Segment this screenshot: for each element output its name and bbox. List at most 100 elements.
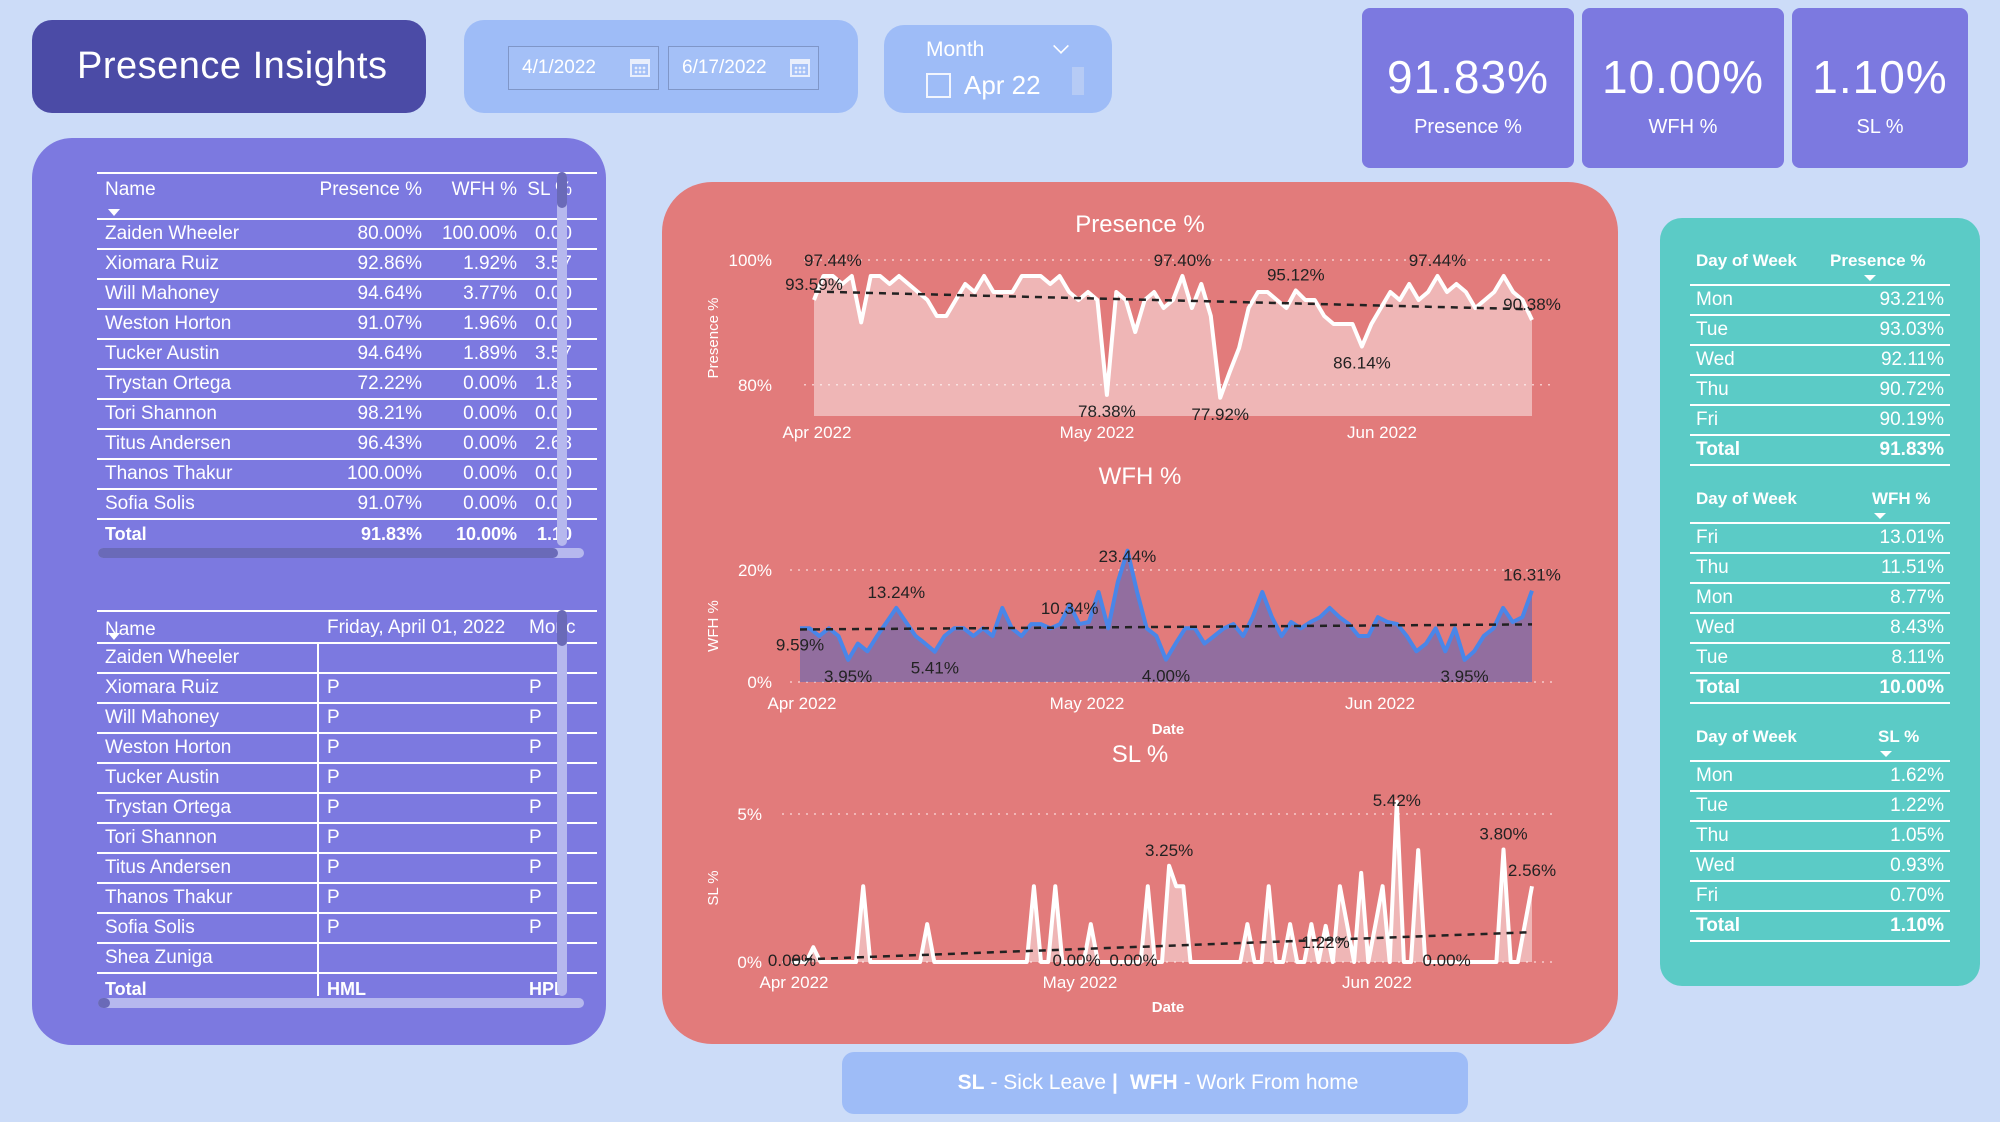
total-value-next: HPL bbox=[529, 978, 565, 997]
table-row[interactable]: Wed 92.11% bbox=[1690, 346, 1950, 376]
day-of-week-panel: Day of Week Presence % Mon 93.21% Tue 93.03… bbox=[1660, 218, 1980, 986]
cell-wfh: 0.00% bbox=[463, 403, 517, 424]
table-row[interactable]: Titus Andersen 96.43% 0.00% 2.68 bbox=[97, 430, 597, 460]
table-row[interactable]: Fri 0.70% bbox=[1690, 882, 1950, 912]
table-row[interactable]: Mon 93.21% bbox=[1690, 286, 1950, 316]
column-header-wfh[interactable]: WFH % bbox=[422, 179, 517, 201]
data-label: 5.42% bbox=[1373, 791, 1421, 810]
table-row[interactable]: Thu 11.51% bbox=[1690, 554, 1950, 584]
table-row[interactable]: Zaiden Wheeler bbox=[97, 644, 597, 674]
x-tick-label: May 2022 bbox=[1043, 973, 1118, 992]
cell-status: P bbox=[327, 797, 340, 818]
start-date-input[interactable]: 4/1/2022 bbox=[508, 46, 659, 90]
table-row[interactable]: Tori Shannon P P bbox=[97, 824, 597, 854]
sort-descending-icon[interactable] bbox=[108, 209, 120, 216]
cell-value: 13.01% bbox=[1879, 527, 1944, 548]
column-header-presence[interactable]: Presence % bbox=[317, 179, 422, 201]
sort-descending-icon[interactable] bbox=[1874, 513, 1886, 519]
charts-panel: Presence % Presence % 100% 80% Apr 2022 May 2… bbox=[662, 182, 1618, 1044]
wfh-by-day-table: Day of Week WFH % Fri 13.01% Thu 11.51% Mon 8… bbox=[1690, 476, 1950, 704]
table-row[interactable]: Fri 90.19% bbox=[1690, 406, 1950, 436]
table-vertical-scrollbar[interactable] bbox=[557, 172, 567, 546]
table-row[interactable]: Tucker Austin P P bbox=[97, 764, 597, 794]
y-axis-label: Presence % bbox=[705, 298, 722, 379]
data-label: 16.31% bbox=[1503, 566, 1561, 585]
table-row[interactable]: Tue 1.22% bbox=[1690, 792, 1950, 822]
cell-wfh: 3.77% bbox=[463, 283, 517, 304]
cell-name: Sofia Solis bbox=[97, 914, 319, 942]
x-axis-label: Date bbox=[1152, 721, 1185, 738]
calendar-icon[interactable] bbox=[630, 59, 650, 77]
x-tick-label: May 2022 bbox=[1060, 423, 1135, 442]
cell-wfh: 0.00% bbox=[463, 463, 517, 484]
column-header-date[interactable]: Friday, April 01, 2022 bbox=[319, 617, 529, 639]
legend-sl-key: SL bbox=[957, 1071, 985, 1094]
table-row[interactable]: Trystan Ortega 72.22% 0.00% 1.85 bbox=[97, 370, 597, 400]
table-row[interactable]: Thanos Thakur P P bbox=[97, 884, 597, 914]
kpi-value: 10.00% bbox=[1601, 51, 1764, 103]
table-row[interactable]: Thanos Thakur 100.00% 0.00% 0.00 bbox=[97, 460, 597, 490]
cell-status-next: P bbox=[529, 827, 542, 848]
table-row[interactable]: Sofia Solis 91.07% 0.00% 0.00 bbox=[97, 490, 597, 520]
cell-presence: 98.21% bbox=[357, 403, 422, 424]
table-row[interactable]: Tue 8.11% bbox=[1690, 644, 1950, 674]
sort-descending-icon[interactable] bbox=[108, 633, 120, 640]
table-row[interactable]: Will Mahoney P P bbox=[97, 704, 597, 734]
table-row[interactable]: Zaiden Wheeler 80.00% 100.00% 0.00 bbox=[97, 220, 597, 250]
cell-day: Tue bbox=[1696, 647, 1729, 668]
table-vertical-scrollbar[interactable] bbox=[557, 610, 567, 996]
column-header-day[interactable]: Day of Week bbox=[1690, 489, 1830, 509]
column-header-day[interactable]: Day of Week bbox=[1690, 251, 1830, 271]
column-header-name[interactable]: Name bbox=[97, 617, 319, 642]
table-horizontal-scrollbar[interactable] bbox=[98, 548, 584, 558]
cell-name: Shea Zuniga bbox=[97, 944, 319, 972]
column-header-name[interactable]: Name bbox=[97, 179, 317, 201]
table-row[interactable]: Tucker Austin 94.64% 1.89% 3.57 bbox=[97, 340, 597, 370]
month-checkbox[interactable] bbox=[926, 73, 951, 98]
cell-day: Wed bbox=[1696, 855, 1735, 876]
trend-charts: Presence % Presence % 100% 80% Apr 2022 May 2… bbox=[705, 211, 1561, 1016]
month-scrollbar[interactable] bbox=[1072, 67, 1084, 95]
data-label: 10.34% bbox=[1041, 599, 1099, 618]
table-row[interactable]: Will Mahoney 94.64% 3.77% 0.00 bbox=[97, 280, 597, 310]
table-row[interactable]: Sofia Solis P P bbox=[97, 914, 597, 944]
column-header-presence[interactable]: Presence % bbox=[1830, 251, 1950, 271]
table-row[interactable]: Thu 90.72% bbox=[1690, 376, 1950, 406]
end-date-input[interactable]: 6/17/2022 bbox=[668, 46, 819, 90]
column-header-sl[interactable]: SL % bbox=[1830, 727, 1950, 747]
table-total-row: Total HML HPL bbox=[97, 974, 597, 996]
table-row[interactable]: Thu 1.05% bbox=[1690, 822, 1950, 852]
sort-descending-icon[interactable] bbox=[1880, 751, 1892, 757]
cell-day: Thu bbox=[1696, 825, 1729, 846]
x-tick-label: Apr 2022 bbox=[768, 694, 837, 713]
table-row[interactable]: Mon 8.77% bbox=[1690, 584, 1950, 614]
cell-status: P bbox=[327, 737, 340, 758]
table-row[interactable]: Xiomara Ruiz 92.86% 1.92% 3.57 bbox=[97, 250, 597, 280]
table-row[interactable]: Weston Horton 91.07% 1.96% 0.00 bbox=[97, 310, 597, 340]
table-row[interactable]: Fri 13.01% bbox=[1690, 524, 1950, 554]
column-header-day[interactable]: Day of Week bbox=[1690, 727, 1830, 747]
data-label: 93.59% bbox=[785, 275, 843, 294]
table-row[interactable]: Wed 0.93% bbox=[1690, 852, 1950, 882]
y-tick-label: 80% bbox=[738, 376, 772, 395]
table-row[interactable]: Trystan Ortega P P bbox=[97, 794, 597, 824]
table-horizontal-scrollbar[interactable] bbox=[98, 998, 584, 1008]
table-row[interactable]: Shea Zuniga bbox=[97, 944, 597, 974]
data-label: 90.38% bbox=[1503, 295, 1561, 314]
column-header-wfh[interactable]: WFH % bbox=[1830, 489, 1950, 509]
chevron-down-icon[interactable] bbox=[1053, 38, 1069, 54]
table-row[interactable]: Tori Shannon 98.21% 0.00% 0.00 bbox=[97, 400, 597, 430]
sort-descending-icon[interactable] bbox=[1864, 275, 1876, 281]
x-tick-label: Jun 2022 bbox=[1345, 694, 1415, 713]
table-row[interactable]: Weston Horton P P bbox=[97, 734, 597, 764]
y-axis-label: WFH % bbox=[705, 600, 722, 652]
table-row[interactable]: Xiomara Ruiz P P bbox=[97, 674, 597, 704]
table-row[interactable]: Mon 1.62% bbox=[1690, 762, 1950, 792]
table-row[interactable]: Titus Andersen P P bbox=[97, 854, 597, 884]
calendar-icon[interactable] bbox=[790, 59, 810, 77]
data-label: 78.38% bbox=[1078, 402, 1136, 421]
table-row[interactable]: Wed 8.43% bbox=[1690, 614, 1950, 644]
column-header-date-next[interactable]: Monc bbox=[529, 617, 579, 639]
table-row[interactable]: Tue 93.03% bbox=[1690, 316, 1950, 346]
cell-wfh: 0.00% bbox=[463, 493, 517, 514]
